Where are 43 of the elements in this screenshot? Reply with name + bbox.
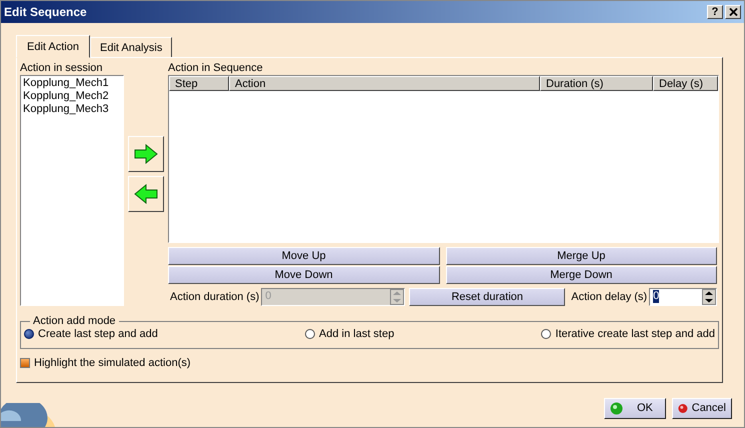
column-header[interactable]: Action [229, 76, 540, 91]
column-header[interactable]: Step [169, 76, 229, 91]
window-title: Edit Sequence [4, 5, 87, 19]
delay-label: Action delay (s) [570, 290, 648, 302]
reset-duration-button[interactable]: Reset duration [409, 288, 566, 306]
radio-option[interactable]: Iterative create last step and add [541, 328, 715, 340]
list-label: Action in session [20, 62, 104, 75]
highlight-checkbox[interactable]: Highlight the simulated action(s) [20, 357, 719, 369]
ok-button[interactable]: OK [604, 398, 666, 418]
merge-button[interactable]: Merge Up [446, 247, 717, 265]
list-item[interactable]: Kopplung_Mech1 [23, 77, 121, 90]
group-label: Action add mode [32, 315, 117, 327]
list-item[interactable]: Kopplung_Mech3 [23, 103, 121, 116]
cancel-button[interactable]: Cancel [672, 398, 732, 418]
right-arrow-icon [134, 144, 158, 164]
column-header[interactable]: Delay (s) [653, 76, 718, 91]
radio-button[interactable] [541, 329, 552, 339]
remove-button[interactable] [128, 176, 164, 212]
radio-button[interactable] [305, 329, 316, 339]
column-header[interactable]: Duration (s) [540, 76, 653, 91]
close-icon [728, 8, 738, 16]
help-button[interactable]: ? [707, 5, 723, 19]
radio-button[interactable] [24, 329, 34, 339]
radio-option[interactable]: Add in last step [305, 328, 394, 340]
merge-button[interactable]: Merge Down [446, 266, 717, 284]
move-button[interactable]: Move Up [168, 247, 440, 265]
move-button[interactable]: Move Down [168, 266, 440, 284]
list-item[interactable]: Kopplung_Mech2 [23, 90, 121, 103]
ok-status-icon [610, 402, 623, 414]
radio-option[interactable]: Create last step and add [24, 328, 158, 340]
tab[interactable]: Edit Action [16, 35, 90, 58]
spin-arrows-icon [702, 288, 716, 304]
cancel-status-icon [678, 402, 688, 414]
duration-label: Action duration (s) [169, 290, 260, 302]
spin-arrows-icon [390, 288, 404, 304]
delay-spinbox[interactable]: 0 [649, 288, 718, 306]
left-arrow-icon [134, 184, 158, 204]
table-label: Action in Sequence [168, 62, 264, 75]
checkbox[interactable] [20, 358, 30, 368]
close-button[interactable] [725, 5, 741, 19]
add-button[interactable] [128, 136, 164, 172]
tab[interactable]: Edit Analysis [90, 37, 172, 58]
globe-icon [1, 403, 55, 427]
